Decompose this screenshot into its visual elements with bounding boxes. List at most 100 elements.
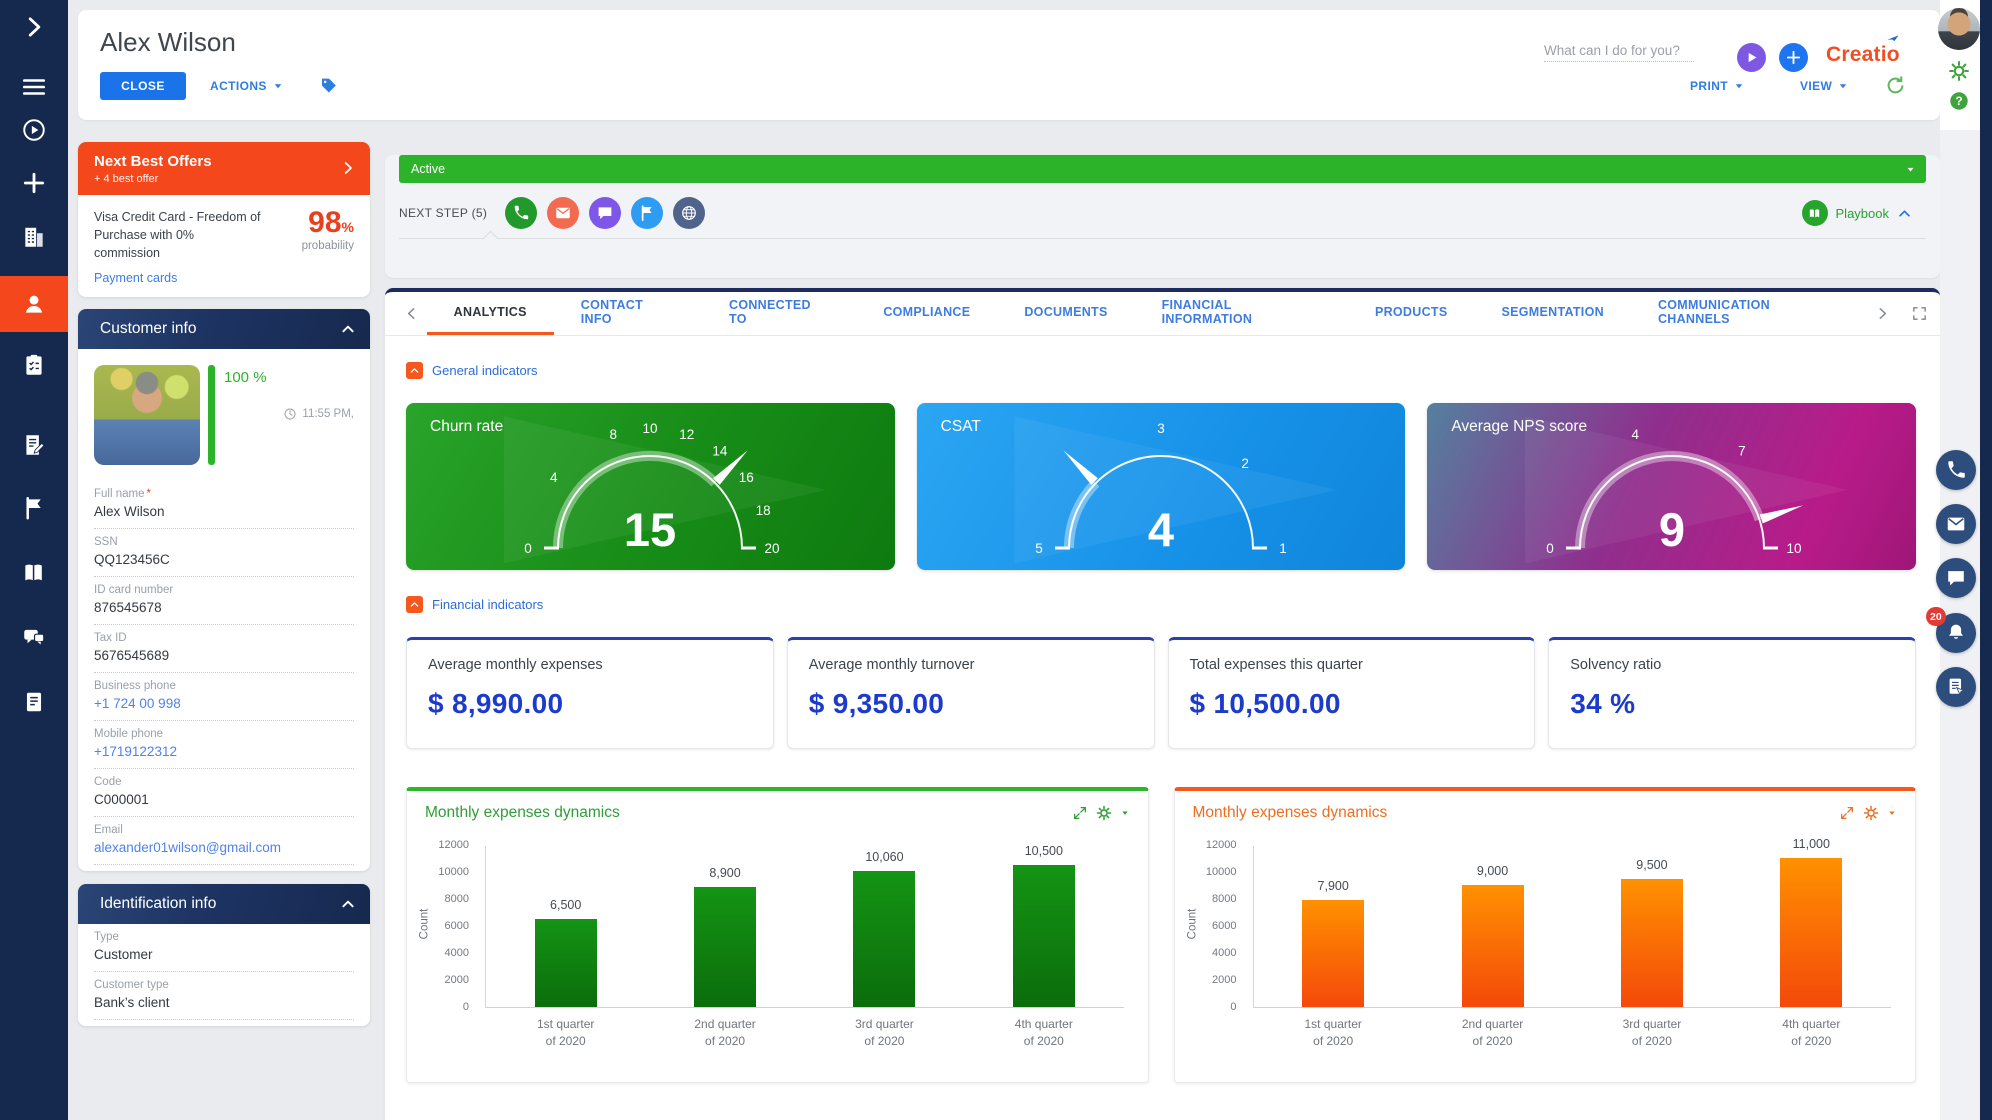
identification-info-header[interactable]: Identification info bbox=[78, 884, 370, 925]
tab-documents[interactable]: DOCUMENTS bbox=[997, 292, 1134, 335]
caret-down-icon[interactable] bbox=[1905, 164, 1916, 175]
customer-photo[interactable] bbox=[94, 365, 200, 466]
field-mobile-phone[interactable]: Mobile phone +1719122312 bbox=[94, 721, 354, 770]
field-business-phone[interactable]: Business phone +1 724 00 998 bbox=[94, 673, 354, 722]
tab-segmentation[interactable]: SEGMENTATION bbox=[1474, 292, 1630, 335]
chevron-right-icon[interactable] bbox=[340, 160, 356, 176]
field-value[interactable]: +1 724 00 998 bbox=[94, 696, 354, 711]
call-icon bbox=[512, 204, 530, 222]
customer-info-header[interactable]: Customer info bbox=[78, 309, 370, 350]
rail-item-add-record[interactable] bbox=[0, 161, 68, 205]
tab-compliance[interactable]: COMPLIANCE bbox=[856, 292, 997, 335]
chevron-up-icon[interactable] bbox=[1897, 206, 1912, 221]
playbook-toggle[interactable]: Playbook bbox=[1801, 200, 1912, 226]
next-best-offers-header[interactable]: Next Best Offers + 4 best offer bbox=[78, 142, 370, 195]
field-type[interactable]: Type Customer bbox=[94, 924, 354, 973]
rail-item-menu[interactable] bbox=[0, 65, 68, 109]
help-icon[interactable]: ? bbox=[1948, 90, 1970, 112]
play-circle-icon bbox=[21, 117, 47, 143]
view-button[interactable]: VIEW bbox=[1800, 72, 1849, 100]
field-value[interactable]: alexander01wilson@gmail.com bbox=[94, 840, 354, 855]
creatio-logo[interactable]: Creatio bbox=[1826, 35, 1900, 67]
step-call-step[interactable] bbox=[505, 197, 538, 229]
quick-add-button[interactable] bbox=[1779, 43, 1808, 72]
caret-down-icon[interactable] bbox=[1120, 808, 1130, 818]
bar[interactable] bbox=[1302, 900, 1365, 1007]
bar[interactable] bbox=[1461, 885, 1524, 1007]
rail-item-journal[interactable] bbox=[0, 423, 68, 467]
bar[interactable] bbox=[1012, 865, 1075, 1007]
rail-item-contacts[interactable] bbox=[0, 276, 68, 332]
assistant-button[interactable] bbox=[1737, 43, 1766, 72]
bar[interactable] bbox=[1620, 879, 1683, 1007]
field-value[interactable]: +1719122312 bbox=[94, 744, 354, 759]
float-calls-button[interactable] bbox=[1936, 450, 1976, 490]
float-notifications-button[interactable]: 20 bbox=[1926, 607, 1976, 653]
bar-value-label: 6,500 bbox=[550, 898, 582, 912]
user-avatar[interactable] bbox=[1938, 8, 1980, 50]
kpi-solvency-ratio: Solvency ratio 34 % bbox=[1548, 637, 1916, 749]
field-label: Full name * bbox=[94, 488, 151, 501]
tab-products[interactable]: PRODUCTS bbox=[1348, 292, 1475, 335]
collapse-section-icon[interactable] bbox=[406, 596, 423, 613]
chevron-up-icon[interactable] bbox=[340, 321, 356, 337]
print-button[interactable]: PRINT bbox=[1690, 72, 1745, 100]
rail-item-chats[interactable] bbox=[0, 616, 68, 660]
field-full-name[interactable]: Full name * Alex Wilson bbox=[94, 481, 354, 530]
chevron-up-icon[interactable] bbox=[340, 896, 356, 912]
rail-item-expand-panel[interactable] bbox=[0, 5, 68, 49]
tab-contact-info[interactable]: CONTACT INFO bbox=[554, 292, 702, 335]
refresh-icon[interactable] bbox=[1884, 74, 1907, 97]
float-chat-button[interactable] bbox=[1936, 558, 1976, 598]
actions-button[interactable]: ACTIONS bbox=[210, 72, 284, 100]
rail-item-tasks[interactable] bbox=[0, 343, 68, 387]
play-icon bbox=[1743, 49, 1760, 66]
tabs-scroll-right[interactable] bbox=[1867, 306, 1897, 321]
rail-item-companies[interactable] bbox=[0, 215, 68, 259]
settings-icon[interactable] bbox=[1096, 805, 1112, 821]
tab-communication-channels[interactable]: COMMUNICATION CHANNELS bbox=[1631, 292, 1867, 335]
search-input[interactable] bbox=[1544, 40, 1694, 62]
bar[interactable] bbox=[534, 919, 597, 1007]
financial-indicators-section[interactable]: Financial indicators bbox=[406, 596, 1916, 613]
rail-item-goals[interactable] bbox=[0, 486, 68, 530]
rail-item-notes[interactable] bbox=[0, 680, 68, 724]
field-ssn[interactable]: SSN QQ123456C bbox=[94, 529, 354, 578]
tag-icon[interactable] bbox=[318, 76, 338, 96]
rail-item-run-process[interactable] bbox=[0, 108, 68, 152]
step-milestone-step[interactable] bbox=[631, 197, 664, 229]
bar-value-label: 9,500 bbox=[1636, 858, 1668, 872]
gauge-tick-label: 0 bbox=[1546, 541, 1554, 556]
field-customer-type[interactable]: Customer type Bank’s client bbox=[94, 972, 354, 1021]
field-email[interactable]: Email alexander01wilson@gmail.com bbox=[94, 817, 354, 866]
step-email-step[interactable] bbox=[547, 197, 580, 229]
tab-analytics[interactable]: ANALYTICS bbox=[426, 292, 554, 335]
bar[interactable] bbox=[853, 871, 916, 1007]
right-edge-rail bbox=[1980, 0, 1992, 1120]
bar[interactable] bbox=[1780, 858, 1843, 1007]
bar[interactable] bbox=[694, 887, 757, 1007]
field-tax-id[interactable]: Tax ID 5676545689 bbox=[94, 625, 354, 674]
float-emails-button[interactable] bbox=[1936, 504, 1976, 544]
caret-down-icon[interactable] bbox=[1887, 808, 1897, 818]
field-code[interactable]: Code C000001 bbox=[94, 769, 354, 818]
tab-connected-to[interactable]: CONNECTED TO bbox=[702, 292, 856, 335]
fullscreen-icon[interactable] bbox=[1911, 305, 1928, 322]
payment-cards-link[interactable]: Payment cards bbox=[94, 271, 177, 285]
field-label: ID card number bbox=[94, 584, 174, 597]
expand-icon[interactable] bbox=[1072, 805, 1088, 821]
general-indicators-section[interactable]: General indicators bbox=[406, 362, 1916, 379]
status-bar[interactable]: Active bbox=[399, 155, 1926, 183]
expand-icon[interactable] bbox=[1839, 805, 1855, 821]
tabs-scroll-left[interactable] bbox=[397, 292, 427, 335]
settings-icon[interactable] bbox=[1863, 805, 1879, 821]
settings-icon[interactable] bbox=[1948, 60, 1970, 82]
step-chat-step[interactable] bbox=[589, 197, 622, 229]
step-web-step[interactable] bbox=[673, 197, 706, 229]
field-id-card-number[interactable]: ID card number 876545678 bbox=[94, 577, 354, 626]
close-button[interactable]: CLOSE bbox=[100, 72, 186, 100]
rail-item-knowledge-base[interactable] bbox=[0, 551, 68, 595]
collapse-section-icon[interactable] bbox=[406, 362, 423, 379]
float-process-tasks-button[interactable] bbox=[1936, 667, 1976, 707]
tab-financial-information[interactable]: FINANCIAL INFORMATION bbox=[1135, 292, 1348, 335]
